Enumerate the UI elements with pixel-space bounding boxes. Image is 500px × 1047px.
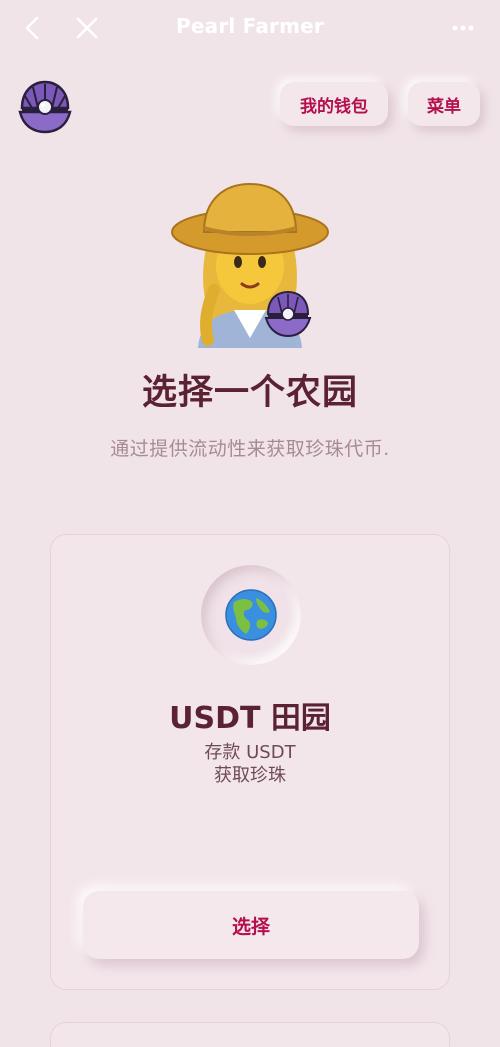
farm-description-line-2: 获取珍珠 xyxy=(214,765,286,786)
farm-description: 存款 USDT 获取珍珠 xyxy=(51,741,449,787)
page-subtitle: 通过提供流动性来获取珍珠代币. xyxy=(110,438,390,460)
my-wallet-button[interactable]: 我的钱包 xyxy=(280,82,388,126)
farm-card-next xyxy=(50,1022,450,1047)
page-title: 选择一个农园 xyxy=(141,373,358,413)
farm-card-usdt: USDT 田园 存款 USDT 获取珍珠 选择 xyxy=(50,534,450,990)
farm-name: USDT 田园 xyxy=(169,701,331,736)
farmer-illustration xyxy=(160,170,340,348)
farm-description-line-1: 存款 USDT xyxy=(204,742,296,763)
more-dots-icon[interactable] xyxy=(450,16,476,40)
pearl-oyster-logo-icon[interactable] xyxy=(16,78,74,136)
top-navigation-bar: Pearl Farmer xyxy=(0,0,500,56)
close-icon[interactable] xyxy=(72,13,102,43)
menu-button[interactable]: 菜单 xyxy=(408,82,480,126)
select-farm-button[interactable]: 选择 xyxy=(83,891,419,959)
back-chevron-icon[interactable] xyxy=(18,14,46,42)
globe-americas-icon xyxy=(201,565,301,665)
